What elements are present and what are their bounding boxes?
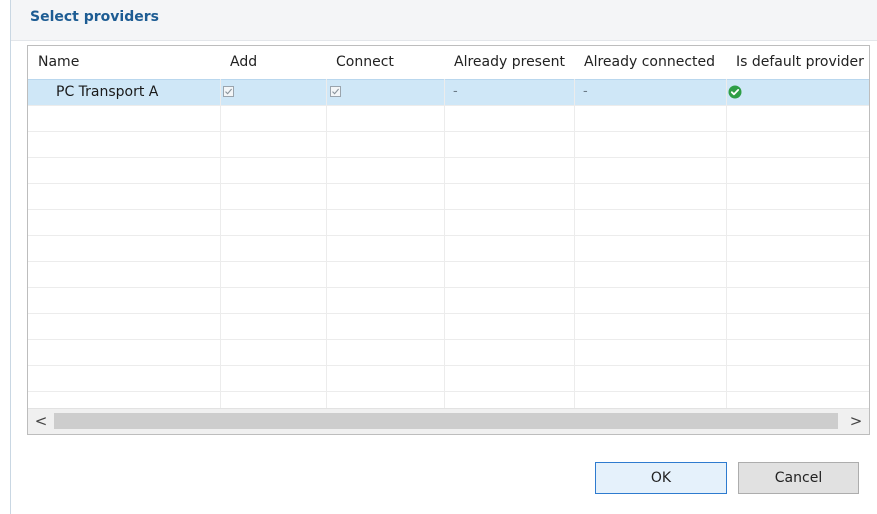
table-row — [28, 183, 869, 209]
column-divider — [574, 79, 575, 408]
table-row — [28, 261, 869, 287]
column-header-add[interactable]: Add — [220, 46, 326, 79]
table-row — [28, 209, 869, 235]
providers-table[interactable]: Name Add Connect Already present Already… — [27, 45, 870, 435]
scrollbar-thumb[interactable] — [54, 413, 838, 429]
checkmark-icon — [332, 88, 340, 95]
column-header-already-present[interactable]: Already present — [444, 46, 574, 79]
horizontal-scrollbar[interactable]: < > — [28, 408, 869, 434]
column-header-connect[interactable]: Connect — [326, 46, 444, 79]
already-connected-value: - — [583, 84, 588, 99]
table-row — [28, 235, 869, 261]
column-header-name[interactable]: Name — [28, 46, 220, 79]
column-divider — [444, 79, 445, 408]
table-row — [28, 339, 869, 365]
table-row — [28, 287, 869, 313]
column-header-already-connected[interactable]: Already connected — [574, 46, 726, 79]
table-row — [28, 157, 869, 183]
checkmark-icon — [225, 88, 233, 95]
scroll-right-arrow-icon[interactable]: > — [843, 409, 869, 434]
scroll-left-arrow-icon[interactable]: < — [28, 409, 54, 434]
dialog-header: Select providers — [11, 0, 877, 41]
add-checkbox[interactable] — [223, 86, 234, 97]
table-row — [28, 313, 869, 339]
table-row — [28, 131, 869, 157]
already-present-value: - — [453, 84, 458, 99]
providers-grid: Name Add Connect Already present Already… — [28, 46, 869, 408]
cancel-button[interactable]: Cancel — [738, 462, 859, 494]
table-row[interactable]: PC Transport A - - — [28, 79, 869, 105]
table-row — [28, 105, 869, 131]
dialog-left-edge — [0, 0, 11, 514]
ok-button[interactable]: OK — [595, 462, 727, 494]
dialog-title: Select providers — [30, 9, 159, 25]
provider-name: PC Transport A — [56, 84, 159, 100]
column-divider — [726, 79, 727, 408]
column-divider — [326, 79, 327, 408]
column-header-is-default-provider[interactable]: Is default provider — [726, 46, 869, 79]
green-check-circle-icon — [728, 85, 742, 99]
connect-checkbox[interactable] — [330, 86, 341, 97]
table-row — [28, 365, 869, 391]
column-divider — [220, 79, 221, 408]
